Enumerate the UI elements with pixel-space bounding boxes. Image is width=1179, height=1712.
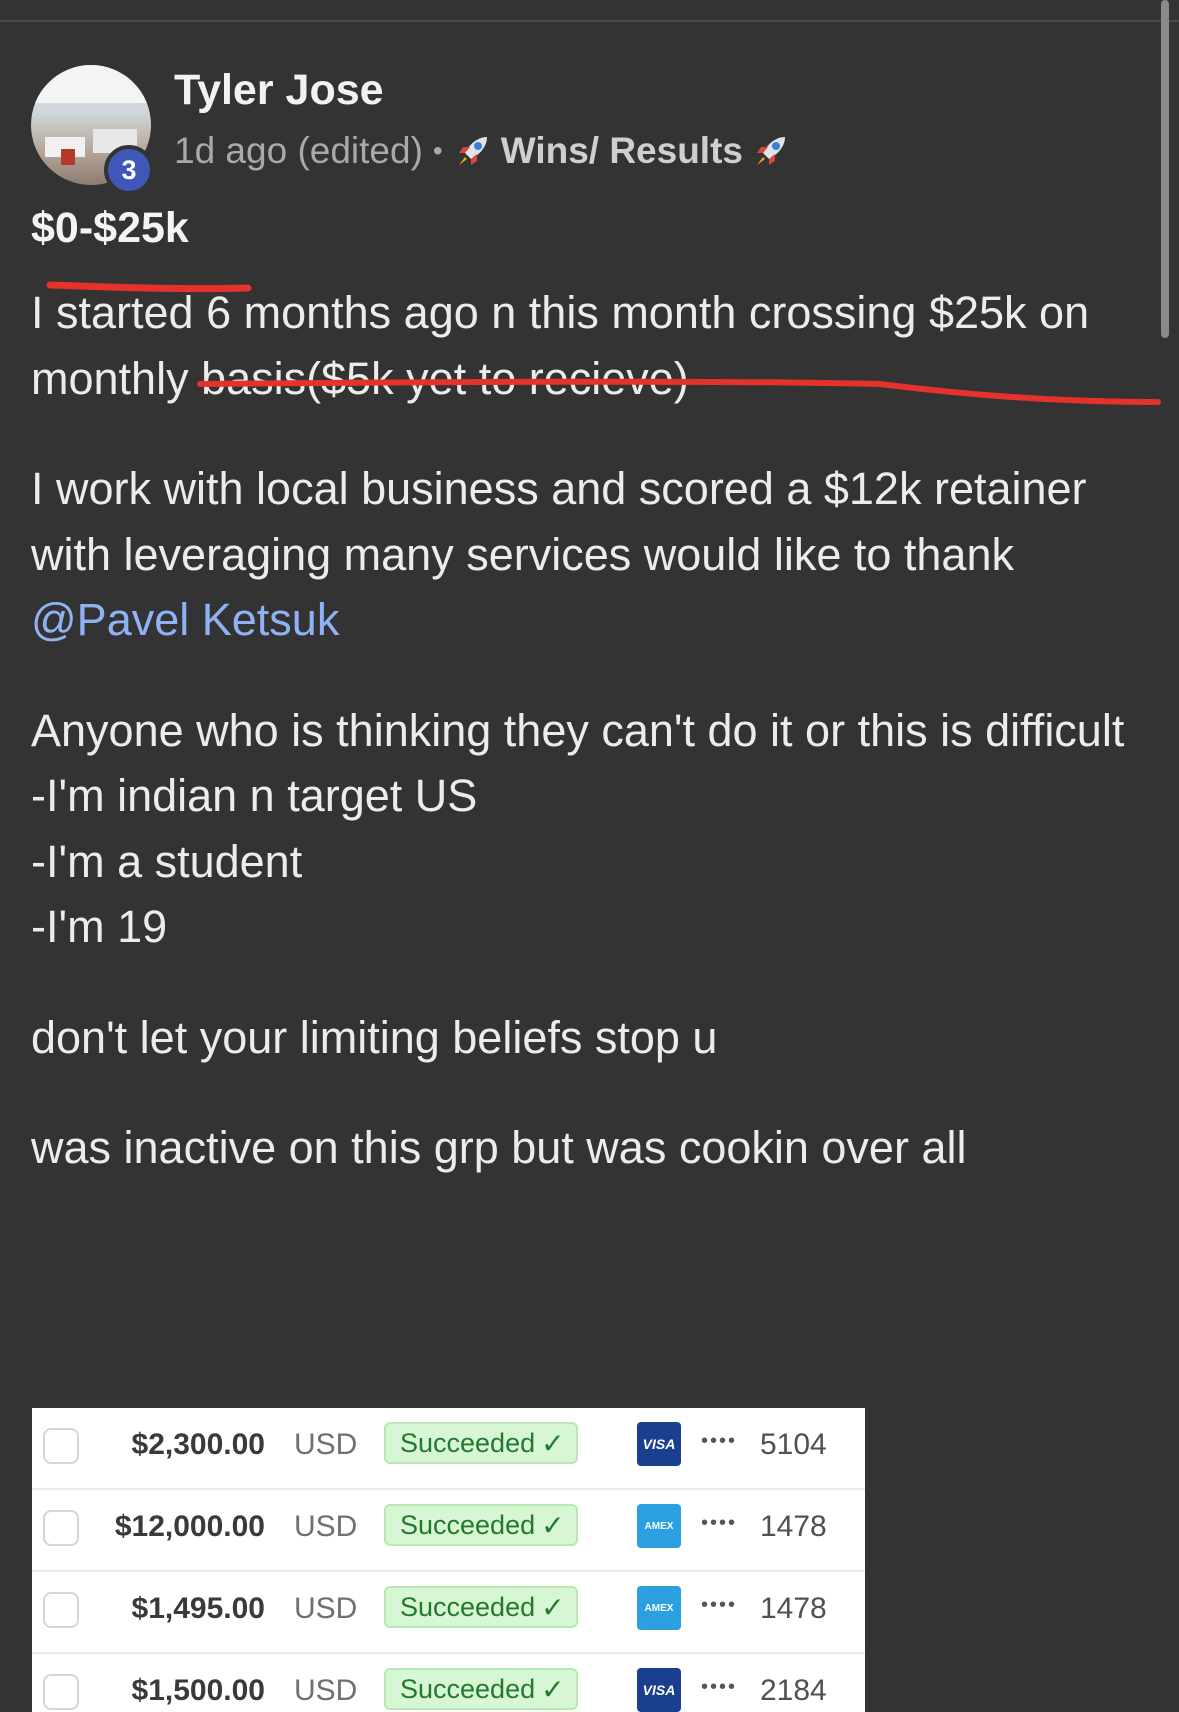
rocket-icon — [757, 137, 785, 165]
level-badge: 3 — [104, 145, 154, 195]
status-badge: Succeeded ✓ — [384, 1504, 578, 1546]
card-brand-icon: AMEX — [637, 1504, 681, 1548]
card-brand-icon: VISA — [637, 1668, 681, 1712]
card-last4: 1478 — [760, 1592, 827, 1625]
paragraph: -I'm a student — [31, 835, 303, 887]
meta-separator: • — [432, 135, 443, 166]
payments-table: $2,300.00 USD Succeeded ✓ VISA •••• 5104 $12,00… — [32, 1408, 865, 1712]
paragraph: -I'm indian n target US — [31, 770, 478, 821]
masked-digits: •••• — [701, 1512, 738, 1534]
masked-digits: •••• — [701, 1594, 738, 1616]
post-time: 1d ago (edited) — [174, 130, 423, 171]
currency: USD — [294, 1510, 358, 1543]
table-row[interactable]: $2,300.00 USD Succeeded ✓ VISA •••• 5104 — [32, 1408, 865, 1490]
top-divider — [0, 20, 1179, 22]
status-badge: Succeeded ✓ — [384, 1586, 578, 1628]
mention-link[interactable]: @Pavel Ketsuk — [31, 594, 339, 645]
post-meta: 1d ago (edited) • Wins/ Results — [174, 130, 791, 172]
check-icon: ✓ — [541, 1509, 565, 1541]
paragraph: I work with local business and scored a … — [31, 463, 1087, 645]
card-brand-icon: AMEX — [637, 1586, 681, 1630]
check-icon: ✓ — [541, 1427, 565, 1459]
table-row[interactable]: $1,495.00 USD Succeeded ✓ AMEX •••• 1478 — [32, 1572, 865, 1654]
row-checkbox[interactable] — [43, 1510, 79, 1546]
row-checkbox[interactable] — [43, 1592, 79, 1628]
masked-digits: •••• — [701, 1430, 738, 1452]
paragraph: Anyone who is thinking they can't do it … — [31, 704, 1125, 756]
check-icon: ✓ — [541, 1591, 565, 1623]
table-row[interactable]: $1,500.00 USD Succeeded ✓ VISA •••• 2184 — [32, 1654, 865, 1712]
amount: $12,000.00 — [114, 1510, 265, 1543]
paragraph: was inactive on this grp but was cookin … — [31, 1122, 967, 1173]
amount: $1,495.00 — [131, 1592, 265, 1625]
paragraph: -I'm 19 — [31, 901, 168, 952]
card-last4: 1478 — [760, 1510, 827, 1543]
row-checkbox[interactable] — [43, 1428, 79, 1464]
currency: USD — [294, 1592, 358, 1625]
currency: USD — [294, 1674, 358, 1707]
category-link[interactable]: Wins/ Results — [501, 130, 743, 172]
amount: $1,500.00 — [131, 1674, 265, 1707]
currency: USD — [294, 1428, 358, 1461]
paragraph: don't let your limiting beliefs stop u — [31, 1011, 718, 1063]
amount: $2,300.00 — [131, 1428, 265, 1461]
post-title: $0-$25k — [31, 204, 189, 252]
post-body: I started 6 months ago n this month cros… — [31, 280, 1141, 1181]
status-badge: Succeeded ✓ — [384, 1422, 578, 1464]
masked-digits: •••• — [701, 1676, 738, 1698]
author-name[interactable]: Tyler Jose — [174, 66, 384, 115]
row-checkbox[interactable] — [43, 1674, 79, 1710]
card-last4: 5104 — [760, 1428, 827, 1461]
rocket-icon — [458, 137, 487, 165]
card-last4: 2184 — [760, 1674, 827, 1707]
check-icon: ✓ — [541, 1673, 565, 1705]
paragraph: I started 6 months ago n this month cros… — [31, 287, 1090, 404]
card-brand-icon: VISA — [637, 1422, 681, 1466]
status-badge: Succeeded ✓ — [384, 1668, 578, 1710]
table-row[interactable]: $12,000.00 USD Succeeded ✓ AMEX •••• 1478 — [32, 1490, 865, 1572]
avatar[interactable]: 3 — [31, 65, 154, 195]
scrollbar[interactable] — [1161, 0, 1169, 338]
